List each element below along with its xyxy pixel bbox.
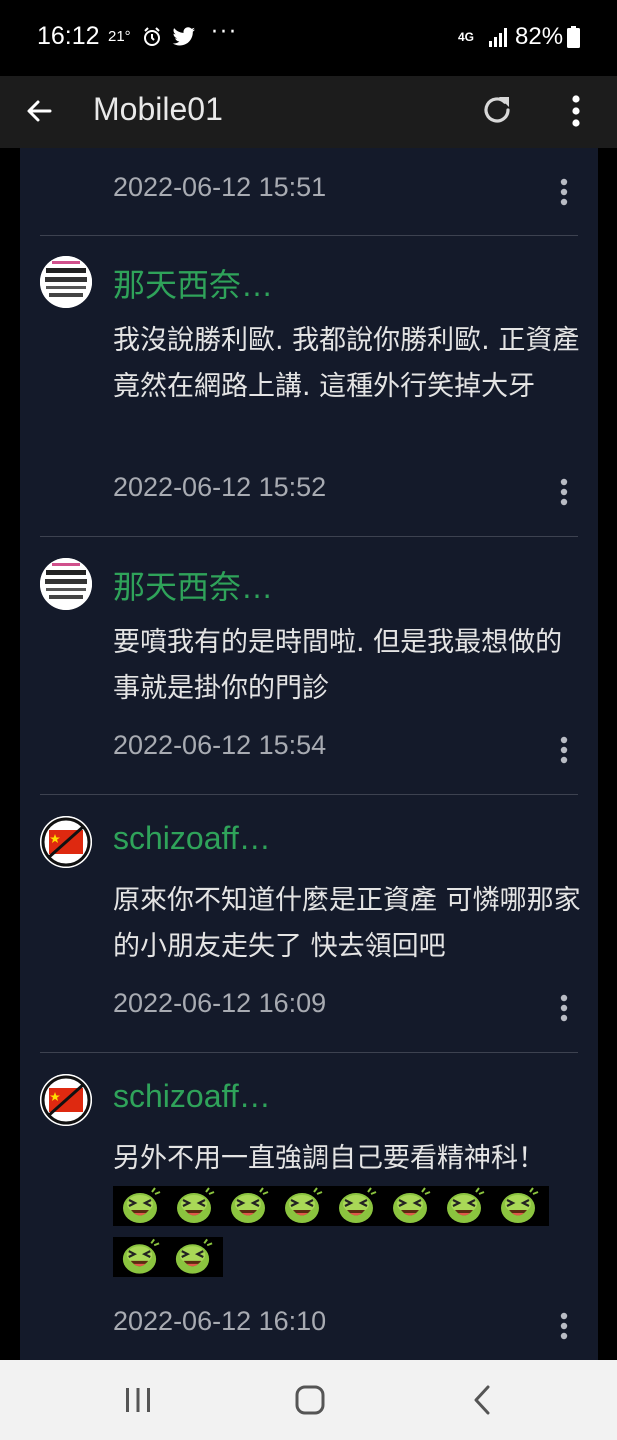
comment-list[interactable]: 2022-06-12 15:51 那天西奈… 我沒說勝利歐. 我都說你勝利歐. …: [0, 148, 617, 1360]
alarm-icon: [144, 27, 160, 46]
more-vertical-icon[interactable]: [555, 1308, 573, 1344]
comment-date: 2022-06-12 15:52: [113, 472, 327, 502]
comments-panel: 2022-06-12 15:51 那天西奈… 我沒說勝利歐. 我都說你勝利歐. …: [20, 148, 598, 1360]
refresh-icon[interactable]: [478, 91, 516, 129]
battery-percent: 82%: [515, 23, 564, 50]
laughing-face-icon: [285, 1187, 323, 1223]
laughing-face-icon: [393, 1187, 431, 1223]
divider: [40, 536, 578, 537]
arrow-left-icon[interactable]: [22, 93, 58, 129]
recents-icon[interactable]: [122, 1385, 154, 1415]
comment-body: 要噴我有的是時間啦. 但是我最想做的事就是掛你的門診: [113, 627, 563, 704]
status-bar: 16:12 21° ··· 4G 82%: [0, 0, 617, 76]
comment-meta: 2022-06-12 15:54: [20, 730, 598, 770]
system-nav-bar: [0, 1360, 617, 1440]
page-title: Mobile01: [93, 91, 223, 127]
signal-icon: [489, 28, 507, 47]
more-vertical-icon[interactable]: [555, 174, 573, 210]
divider: [40, 794, 578, 795]
more-vertical-icon[interactable]: [565, 92, 587, 130]
twitter-icon: [172, 27, 196, 46]
avatar[interactable]: [40, 1074, 92, 1126]
comment-meta: 2022-06-12 15:52: [20, 472, 598, 512]
laughing-face-icon: [501, 1187, 539, 1223]
network-type: 4G: [458, 30, 475, 44]
laughing-face-icon: [231, 1187, 269, 1223]
avatar[interactable]: [40, 558, 92, 610]
username[interactable]: schizoaff…: [113, 1078, 271, 1115]
status-time: 16:12: [37, 22, 100, 50]
home-icon[interactable]: [294, 1384, 326, 1416]
username[interactable]: 那天西奈…: [113, 260, 273, 306]
comment-meta: 2022-06-12 16:09: [20, 988, 598, 1028]
comment-date: 2022-06-12 16:10: [113, 1306, 327, 1336]
comment-meta: 2022-06-12 16:10: [20, 1306, 598, 1346]
laughing-face-icon: [447, 1187, 485, 1223]
more-vertical-icon[interactable]: [555, 732, 573, 768]
laughing-face-icon: [175, 1238, 213, 1274]
comment-date: 2022-06-12 15:54: [113, 730, 327, 760]
comment-date: 2022-06-12 16:09: [113, 988, 327, 1018]
comment-body: 我沒說勝利歐. 我都說你勝利歐. 正資產竟然在網路上講. 這種外行笑掉大牙: [113, 325, 580, 402]
avatar[interactable]: [40, 816, 92, 868]
more-vertical-icon[interactable]: [555, 990, 573, 1026]
divider: [40, 235, 578, 236]
emoji-row: [113, 1186, 549, 1226]
comment-body: 另外不用一直強調自己要看精神科！: [113, 1143, 545, 1174]
comment-date: 2022-06-12 15:51: [113, 172, 327, 202]
username[interactable]: 那天西奈…: [113, 562, 273, 608]
more-vertical-icon[interactable]: [555, 474, 573, 510]
back-chevron-icon[interactable]: [470, 1384, 494, 1416]
status-temperature: 21°: [108, 28, 131, 45]
comment-meta: 2022-06-12 15:51: [20, 172, 598, 212]
app-bar: Mobile01: [0, 76, 617, 148]
laughing-face-icon: [177, 1187, 215, 1223]
emoji-row: [113, 1237, 223, 1277]
status-more: ···: [211, 20, 238, 45]
laughing-face-icon: [122, 1238, 160, 1274]
laughing-face-icon: [123, 1187, 161, 1223]
comment-body: 原來你不知道什麼是正資產 可憐哪那家的小朋友走失了 快去領回吧: [113, 885, 581, 962]
avatar[interactable]: [40, 256, 92, 308]
divider: [40, 1052, 578, 1053]
laughing-face-icon: [339, 1187, 377, 1223]
username[interactable]: schizoaff…: [113, 820, 271, 857]
battery-icon: [567, 26, 580, 48]
